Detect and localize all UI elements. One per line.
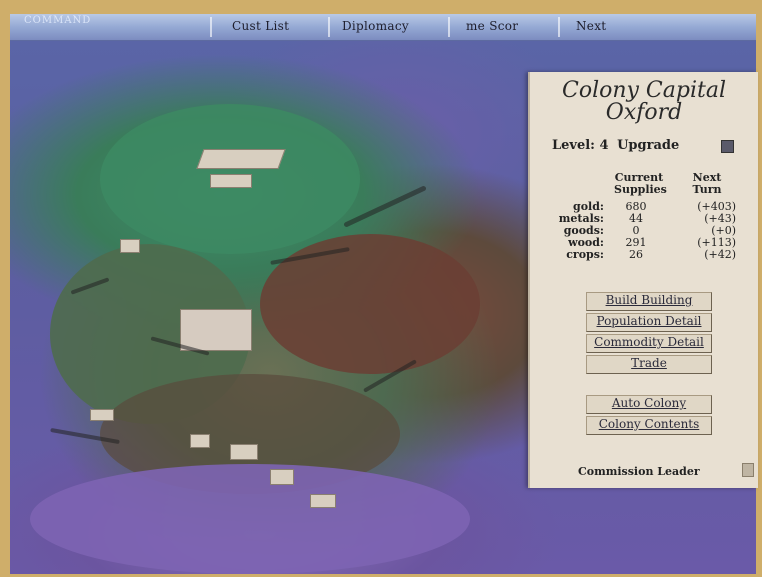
colony-building[interactable]: [90, 409, 114, 421]
colony-contents-button[interactable]: Colony Contents: [586, 416, 712, 435]
menu-separator: [558, 17, 560, 37]
colony-title-line1: Colony Capital: [561, 78, 726, 103]
colony-building[interactable]: [230, 444, 258, 460]
upgrade-button[interactable]: [721, 140, 734, 153]
colony-building[interactable]: [190, 434, 210, 448]
colony-panel: Colony Capital Oxford Level: 4 Upgrade C…: [528, 72, 758, 488]
hills-region: [260, 234, 480, 374]
top-menu-bar: COMMAND Cust List Diplomacy me Scor Next: [10, 14, 756, 41]
commission-leader-button[interactable]: [742, 463, 754, 477]
next-turn-header: Next Turn: [684, 172, 730, 196]
auto-colony-label: Auto Colony: [611, 396, 687, 410]
colony-building[interactable]: [120, 239, 140, 253]
game-logo: COMMAND: [24, 15, 92, 26]
colony-building[interactable]: [210, 174, 252, 188]
build-building-label: Build Building: [605, 293, 693, 307]
population-detail-label: Population Detail: [596, 314, 702, 328]
level-row: Level: 4 Upgrade: [552, 138, 683, 153]
commission-leader-label: Commission Leader: [578, 465, 700, 478]
colony-building[interactable]: [196, 149, 286, 169]
population-detail-button[interactable]: Population Detail: [586, 313, 712, 332]
menu-separator: [210, 17, 212, 37]
trade-button[interactable]: Trade: [586, 355, 712, 374]
level-label: Level: 4: [552, 138, 609, 153]
colony-building[interactable]: [310, 494, 336, 508]
crops-label: crops:: [566, 248, 604, 261]
menu-diplomacy[interactable]: Diplomacy: [342, 19, 409, 33]
crops-current: 26: [629, 248, 643, 261]
water-region: [30, 464, 470, 574]
colony-name: Oxford: [605, 100, 683, 125]
next-header-line2: Turn: [692, 183, 722, 196]
upgrade-label: Upgrade: [617, 138, 680, 153]
build-building-button[interactable]: Build Building: [586, 292, 712, 311]
crops-next: (+42): [704, 248, 736, 261]
menu-game-score[interactable]: me Scor: [466, 19, 518, 33]
menu-next[interactable]: Next: [576, 19, 606, 33]
menu-cust-list[interactable]: Cust List: [232, 19, 289, 33]
commodity-detail-label: Commodity Detail: [594, 335, 704, 349]
colony-title: Colony Capital Oxford: [530, 80, 758, 124]
menu-separator: [448, 17, 450, 37]
auto-colony-button[interactable]: Auto Colony: [586, 395, 712, 414]
current-supplies-header: Current Supplies: [614, 172, 667, 196]
menu-separator: [328, 17, 330, 37]
current-header-line2: Supplies: [614, 183, 667, 196]
colony-building[interactable]: [270, 469, 294, 485]
colony-capital-building[interactable]: [180, 309, 252, 351]
colony-contents-label: Colony Contents: [598, 417, 700, 431]
trade-label: Trade: [631, 356, 667, 370]
commodity-detail-button[interactable]: Commodity Detail: [586, 334, 712, 353]
